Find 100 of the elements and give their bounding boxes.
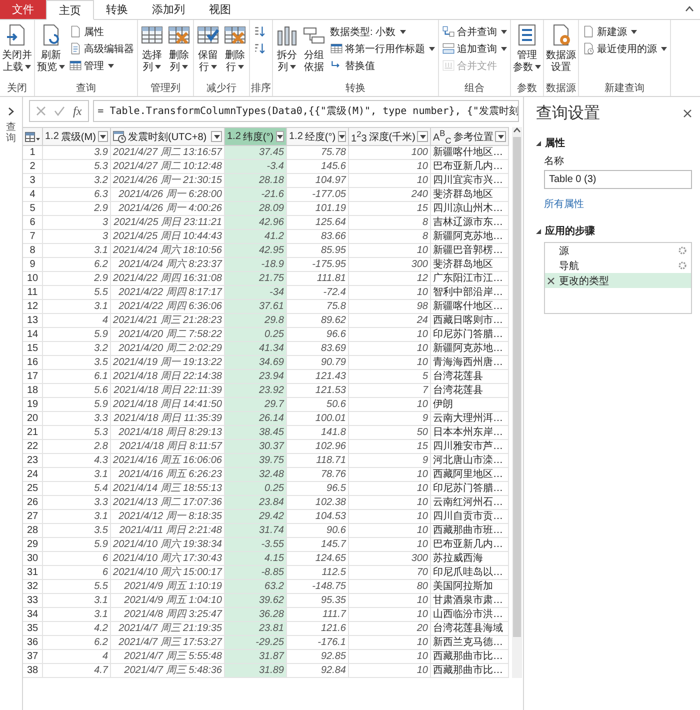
column-header[interactable]: A$^{B}$$_{C}$ 参考位置 [431,127,509,146]
filter-dropdown-button[interactable] [211,131,222,142]
chevron-up-icon[interactable] [513,127,521,133]
ribbon-tab[interactable]: 文件 [0,0,46,19]
merge-icon [442,25,455,38]
column-header[interactable]: 发震时刻(UTC+8) [111,127,225,146]
ribbon-button[interactable]: 追加查询 [440,41,509,56]
ribbon-button[interactable]: 合并查询 [440,24,509,39]
row-number: 3 [23,174,43,188]
table-cell: 新疆阿克苏地… [431,230,509,244]
applied-step[interactable]: 源 [545,243,691,258]
ribbon-button[interactable]: 将第一行用作标题 [328,41,437,56]
table-cell: 90.79 [287,356,349,370]
ribbon-button[interactable]: 新建源 [580,24,669,39]
table-cell: -175.95 [287,258,349,272]
type-label[interactable]: 1.2 [45,131,59,142]
table-cell: 101.19 [287,202,349,216]
triangle-icon[interactable] [536,140,541,146]
queries-pane-label[interactable]: 查询 [6,122,16,144]
chevron-up-icon[interactable] [685,6,694,12]
type-label[interactable]: 1.2 [227,131,241,142]
applied-step[interactable]: 导航 [545,258,691,273]
table-cell: 甘肃酒泉市肃… [431,594,509,608]
table-cell: 32.48 [225,468,287,482]
ribbon-button[interactable]: 数据类型: 小数 [328,24,437,39]
ribbon-tab[interactable]: 主页 [46,0,94,20]
ribbon-button[interactable]: 保留 行 [195,22,221,75]
column-header[interactable]: 1.2 纬度(°) [225,127,287,146]
applied-step[interactable]: 更改的类型 [545,273,691,288]
table-cell: 印尼苏门答腊… [431,328,509,342]
row-number: 33 [23,594,43,608]
ribbon-tab[interactable]: 添加列 [140,0,197,19]
filter-dropdown-button[interactable] [417,131,428,142]
group-label: 查询 [75,82,97,96]
table-cell: 5.6 [43,384,111,398]
ribbon-button[interactable]: 管理 [67,58,136,73]
table-cell: 新疆喀什地区… [431,300,509,314]
column-header[interactable]: 1$^{2}$3 深度(千米) [349,127,431,146]
table-cell: 121.6 [287,622,349,636]
gear-icon[interactable] [678,246,687,255]
table-cell: 6.2 [43,636,111,650]
ribbon-tab[interactable]: 视图 [197,0,243,19]
all-properties-link[interactable]: 所有属性 [544,197,584,211]
column-header[interactable] [23,127,43,146]
table-cell: 四川宜宾市兴… [431,174,509,188]
filter-dropdown-button[interactable] [276,131,284,142]
type-label[interactable]: 1.2 [289,131,303,142]
table-cell: 伊朗 [431,398,509,412]
row-number: 17 [23,370,43,384]
ribbon-button[interactable]: 关闭并 上载 [1,22,33,75]
row-number: 12 [23,300,43,314]
ribbon-button[interactable]: 选择 列 [139,22,165,75]
table-cell: 6.3 [43,188,111,202]
table-cell: 4 [43,314,111,328]
ribbon-button[interactable]: 刷新 预览 [36,22,66,75]
ribbon-tab[interactable]: 转换 [94,0,140,19]
column-header[interactable]: 1.2 震级(M) [43,127,111,146]
close-icon[interactable] [683,109,692,118]
sort-ascending-icon [253,25,266,38]
table-cell: 21.75 [225,272,287,286]
table-cell: 3.2 [43,174,111,188]
fx-label[interactable]: fx [73,104,82,118]
filter-dropdown-button[interactable] [98,131,108,142]
scrollbar[interactable] [512,127,522,678]
group-label: 新建查询 [604,82,646,96]
expand-icon[interactable] [8,107,14,116]
ribbon-button[interactable]: 属性 [67,24,136,39]
table-menu-icon[interactable] [25,132,40,142]
table-cell: 10 [349,328,431,342]
ribbon-button[interactable]: 删除 列 [166,22,192,75]
step-label: 源 [559,244,570,258]
formula-field[interactable]: = Table.TransformColumnTypes(Data0,{{"震级(M)", type number}, {"发震时刻 [92,100,519,122]
type-label[interactable]: 1$^{2}$3 [351,128,367,144]
column-name: 震级(M) [60,130,96,144]
table-icon [330,42,343,55]
table-cell: 5.5 [43,286,111,300]
column-header[interactable]: 1.2 经度(°) [287,127,349,146]
column-name: 深度(千米) [368,130,416,144]
table-cell: 新西兰克马德… [431,636,509,650]
table-cell: 28.18 [225,174,287,188]
triangle-icon[interactable] [536,228,541,234]
name-field[interactable]: Table 0 (3) [544,170,692,189]
table-cell: 98 [349,300,431,314]
ribbon-button[interactable]: 拆分 列 [274,22,300,75]
ribbon-button[interactable]: 高级编辑器 [67,41,136,56]
table-cell: 西藏阿里地区… [431,468,509,482]
ribbon-button[interactable]: 删除 行 [222,22,248,75]
ribbon-button[interactable]: 数据源 设置 [545,22,577,75]
filter-dropdown-button[interactable] [338,131,346,142]
check-icon[interactable] [54,106,65,116]
filter-dropdown-button[interactable] [495,131,506,142]
ribbon-button[interactable]: 管理 参数 [512,22,542,75]
gear-icon[interactable] [678,261,687,270]
table-cell: 广东阳江市江… [431,272,509,286]
ribbon-button[interactable]: 最近使用的源 [580,41,669,56]
ribbon-button[interactable]: 分组 依据 [301,22,327,75]
table-cell: 7 [349,384,431,398]
ribbon-button[interactable]: 替换值 [328,58,437,73]
delete-icon[interactable] [547,276,555,284]
table-cell: 9 [349,454,431,468]
